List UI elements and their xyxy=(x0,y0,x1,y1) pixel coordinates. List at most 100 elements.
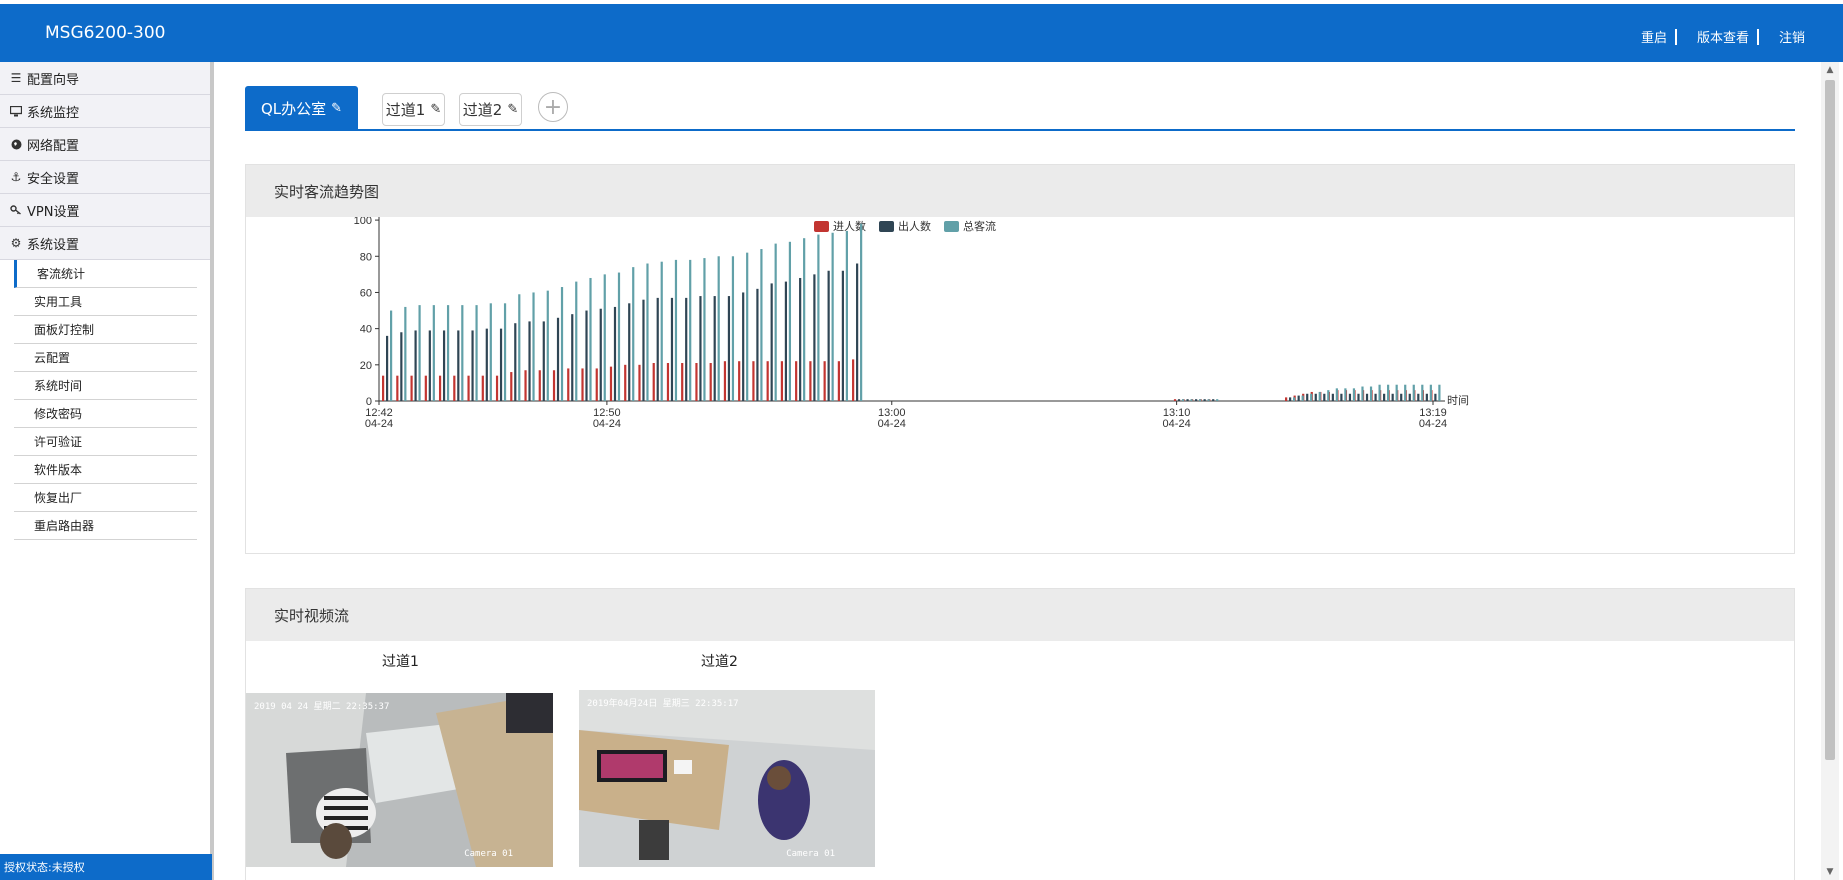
video-stream-corridor-2[interactable]: 2019年04月24日 星期三 22:35:17 Camera 01 xyxy=(579,690,875,867)
bar-total xyxy=(446,305,450,401)
monitor-icon xyxy=(9,104,23,118)
sidebar-item-label: VPN设置 xyxy=(27,204,80,220)
bar-out xyxy=(1417,393,1420,401)
bar-in xyxy=(567,368,570,401)
sidebar-item-config-wizard[interactable]: ☰ 配置向导 xyxy=(0,62,211,95)
bar-out xyxy=(670,297,674,401)
bar-total xyxy=(803,238,806,401)
y-tick-label: 80 xyxy=(360,251,372,263)
bar-in xyxy=(438,375,442,401)
submenu-item-cloud-config[interactable]: 云配置 xyxy=(14,344,197,372)
anchor-icon: ⚓ xyxy=(10,170,22,184)
tab-corridor-1[interactable]: 过道1 ✎ xyxy=(382,93,445,126)
bar-total xyxy=(532,292,535,401)
bar-total xyxy=(575,281,578,401)
bar-total xyxy=(1421,384,1424,401)
bar-out xyxy=(841,270,844,401)
bar-out xyxy=(442,330,446,401)
bar-total xyxy=(703,258,706,401)
bar-out xyxy=(599,308,602,401)
bar-total xyxy=(1404,384,1407,401)
bar-total xyxy=(1301,395,1304,401)
video-stream-corridor-1[interactable]: 2019 04 24 星期二 22:35:37 Camera 01 xyxy=(246,693,553,867)
sidebar-item-system-settings[interactable]: ⚙ 系统设置 xyxy=(0,227,211,260)
bar-out xyxy=(799,277,802,401)
bar-total xyxy=(746,252,749,401)
tab-ql-office[interactable]: QL办公室 ✎ xyxy=(245,86,358,130)
bar-out xyxy=(827,270,830,401)
submenu-item-change-password[interactable]: 修改密码 xyxy=(14,400,197,428)
submenu-item-reboot-router[interactable]: 重启路由器 xyxy=(14,512,197,540)
camera-feed-image xyxy=(246,693,553,867)
system-settings-submenu: 客流统计 实用工具 面板灯控制 云配置 系统时间 修改密码 许可验证 软件版本 … xyxy=(0,260,211,540)
bar-out xyxy=(528,321,531,401)
bar-in xyxy=(552,370,556,401)
legend-swatch xyxy=(814,221,829,232)
tab-corridor-2[interactable]: 过道2 ✎ xyxy=(459,93,522,126)
bar-out xyxy=(1323,393,1326,401)
bar-in xyxy=(681,363,684,401)
bar-out xyxy=(1297,395,1300,401)
bar-out xyxy=(485,328,488,401)
bar-total xyxy=(788,241,792,401)
submenu-item-traffic-stats[interactable]: 客流统计 xyxy=(14,260,197,288)
camera-label: Camera 01 xyxy=(786,849,835,859)
version-link[interactable]: 版本查看 xyxy=(1697,27,1749,46)
bar-total xyxy=(1199,399,1202,401)
license-status: 授权状态:未授权 xyxy=(0,854,212,880)
submenu-item-factory-reset[interactable]: 恢复出厂 xyxy=(14,484,197,512)
scroll-up-arrow-icon[interactable]: ▲ xyxy=(1821,62,1839,78)
tab-label: 过道2 xyxy=(462,101,503,119)
stream-label-corridor-2: 过道2 xyxy=(701,654,738,670)
submenu-item-license[interactable]: 许可验证 xyxy=(14,428,197,456)
bar-out xyxy=(514,323,517,401)
logout-link[interactable]: 注销 xyxy=(1779,27,1805,46)
sidebar-item-vpn[interactable]: VPN设置 xyxy=(0,194,211,227)
bar-total xyxy=(390,310,393,401)
bar-in xyxy=(510,372,513,401)
bar-total xyxy=(674,259,678,401)
sidebar-item-label: 系统设置 xyxy=(27,237,80,253)
legend-swatch xyxy=(879,221,894,232)
stream-label-corridor-1: 过道1 xyxy=(382,654,419,670)
bar-out xyxy=(813,274,816,401)
bar-total xyxy=(1395,384,1398,401)
page-scrollbar[interactable]: ▲ ▼ xyxy=(1821,62,1839,880)
bar-out xyxy=(499,328,503,401)
submenu-item-tools[interactable]: 实用工具 xyxy=(14,288,197,316)
tab-label: 过道1 xyxy=(385,101,426,119)
submenu-item-system-time[interactable]: 系统时间 xyxy=(14,372,197,400)
divider xyxy=(1756,28,1759,45)
bar-out xyxy=(386,335,389,401)
bar-total xyxy=(1344,388,1347,401)
bar-total xyxy=(1412,384,1415,401)
bar-in xyxy=(795,361,798,401)
pencil-icon[interactable]: ✎ xyxy=(331,101,342,116)
sidebar-item-security[interactable]: ⚓ 安全设置 xyxy=(0,161,211,194)
traffic-chart-panel: 实时客流趋势图 进人数出人数总客流人020406080100110时间12:42… xyxy=(245,164,1795,554)
submenu-item-software-version[interactable]: 软件版本 xyxy=(14,456,197,484)
sidebar-item-network-config[interactable]: 网络配置 xyxy=(0,128,211,161)
bar-total xyxy=(817,234,820,401)
bar-out xyxy=(414,330,417,401)
sidebar-item-label: 系统监控 xyxy=(27,105,80,121)
bar-out xyxy=(742,292,745,401)
bar-in xyxy=(852,359,855,401)
plus-circle-icon[interactable]: + xyxy=(538,92,568,122)
scrollbar-thumb[interactable] xyxy=(1825,80,1835,760)
pencil-icon[interactable]: ✎ xyxy=(430,102,441,117)
bar-out xyxy=(556,317,560,401)
bar-in xyxy=(453,375,456,401)
bar-total xyxy=(418,305,421,401)
submenu-item-panel-led[interactable]: 面板灯控制 xyxy=(14,316,197,344)
bar-total xyxy=(1216,399,1219,401)
legend-label: 出人数 xyxy=(898,219,931,233)
y-tick-label: 20 xyxy=(360,360,372,372)
sidebar-item-system-monitor[interactable]: 系统监控 xyxy=(0,95,211,128)
scroll-down-arrow-icon[interactable]: ▼ xyxy=(1821,864,1839,880)
pencil-icon[interactable]: ✎ xyxy=(507,102,518,117)
restart-link[interactable]: 重启 xyxy=(1641,27,1667,46)
bar-total xyxy=(1387,384,1390,401)
bar-in xyxy=(424,375,427,401)
bar-out xyxy=(770,283,773,401)
